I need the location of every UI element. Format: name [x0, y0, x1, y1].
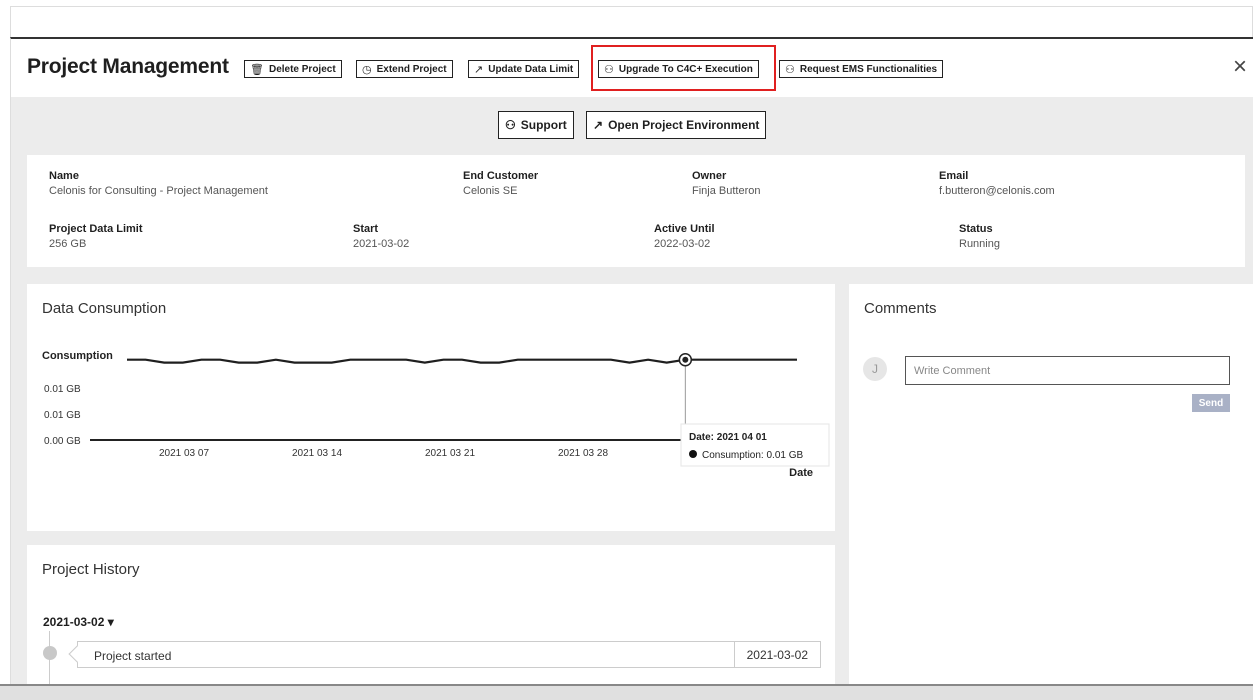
hover-point [682, 356, 689, 363]
x-tick-label: 2021 03 28 [558, 448, 608, 459]
highlight-box [591, 45, 776, 91]
page-title: Project Management [27, 55, 229, 78]
y-tick-label: 0.00 GB [44, 436, 81, 447]
user-plus-icon: ⚇ [505, 118, 516, 132]
active-until-field: Active Until 2022-03-02 [654, 223, 715, 250]
bottom-scroll-bar [0, 684, 1253, 700]
end-customer-field: End Customer Celonis SE [463, 170, 539, 197]
user-plus-icon: ⚇ [785, 63, 795, 76]
clock-icon: ◷ [362, 63, 372, 76]
tooltip-date: Date: 2021 04 01 [689, 432, 767, 443]
timeline-line [49, 631, 50, 691]
consumption-chart[interactable]: Consumption 0.01 GB 0.01 GB 0.00 GB 2021 03 … [27, 284, 835, 531]
chart-icon: ↗ [474, 63, 484, 76]
tooltip-value: Consumption: 0.01 GB [702, 450, 803, 461]
history-date-dropdown[interactable]: 2021-03-02 ▾ [43, 615, 114, 629]
y-axis-label: Consumption [42, 350, 113, 362]
project-management-modal: Project Management 🗑 Delete Project ◷ Ex… [10, 37, 1253, 700]
x-tick-label: 2021 03 14 [292, 448, 342, 459]
timeline-dot [43, 646, 57, 660]
comment-input[interactable] [905, 356, 1230, 385]
x-tick-label: 2021 03 07 [159, 448, 209, 459]
modal-header: Project Management 🗑 Delete Project ◷ Ex… [11, 39, 1253, 97]
extend-project-button[interactable]: ◷ Extend Project [356, 60, 453, 78]
close-icon[interactable]: × [1233, 53, 1247, 81]
owner-field: Owner Finja Butteron [692, 170, 761, 197]
x-axis-label: Date [789, 467, 813, 479]
chart-icon: ↗ [593, 118, 604, 132]
delete-project-button[interactable]: 🗑 Delete Project [244, 60, 342, 78]
tooltip-legend-dot [689, 450, 697, 458]
x-tick-label: 2021 03 21 [425, 448, 475, 459]
support-button[interactable]: ⚇ Support [498, 111, 574, 139]
comments-card: Comments J Send [849, 284, 1253, 700]
open-project-environment-button[interactable]: ↗ Open Project Environment [586, 111, 767, 139]
project-info-panel: Name Celonis for Consulting - Project Ma… [27, 155, 1245, 267]
avatar: J [863, 357, 887, 381]
y-tick-label: 0.01 GB [44, 410, 81, 421]
history-entry-date: 2021-03-02 [733, 642, 820, 667]
history-entry: Project started 2021-03-02 [68, 641, 821, 668]
series-line-consumption [127, 358, 797, 364]
project-history-card: Project History 2021-03-02 ▾ Project sta… [27, 545, 835, 700]
start-field: Start 2021-03-02 [353, 223, 410, 250]
data-limit-field: Project Data Limit 256 GB [49, 223, 143, 250]
history-entry-text: Project started [94, 649, 172, 663]
comments-title: Comments [864, 300, 937, 317]
data-consumption-card: Data Consumption Consumption 0.01 GB 0.01 … [27, 284, 835, 531]
y-tick-label: 0.01 GB [44, 384, 81, 395]
trash-icon: 🗑 [250, 63, 264, 76]
top-bar [10, 6, 1253, 37]
request-ems-functionalities-button[interactable]: ⚇ Request EMS Functionalities [779, 60, 944, 78]
project-history-title: Project History [42, 561, 140, 578]
email-field: Email f.butteron@celonis.com [939, 170, 1055, 197]
name-field: Name Celonis for Consulting - Project Ma… [49, 170, 268, 197]
update-data-limit-button[interactable]: ↗ Update Data Limit [468, 60, 580, 78]
send-button[interactable]: Send [1192, 394, 1230, 412]
status-field: Status Running [959, 223, 1000, 250]
